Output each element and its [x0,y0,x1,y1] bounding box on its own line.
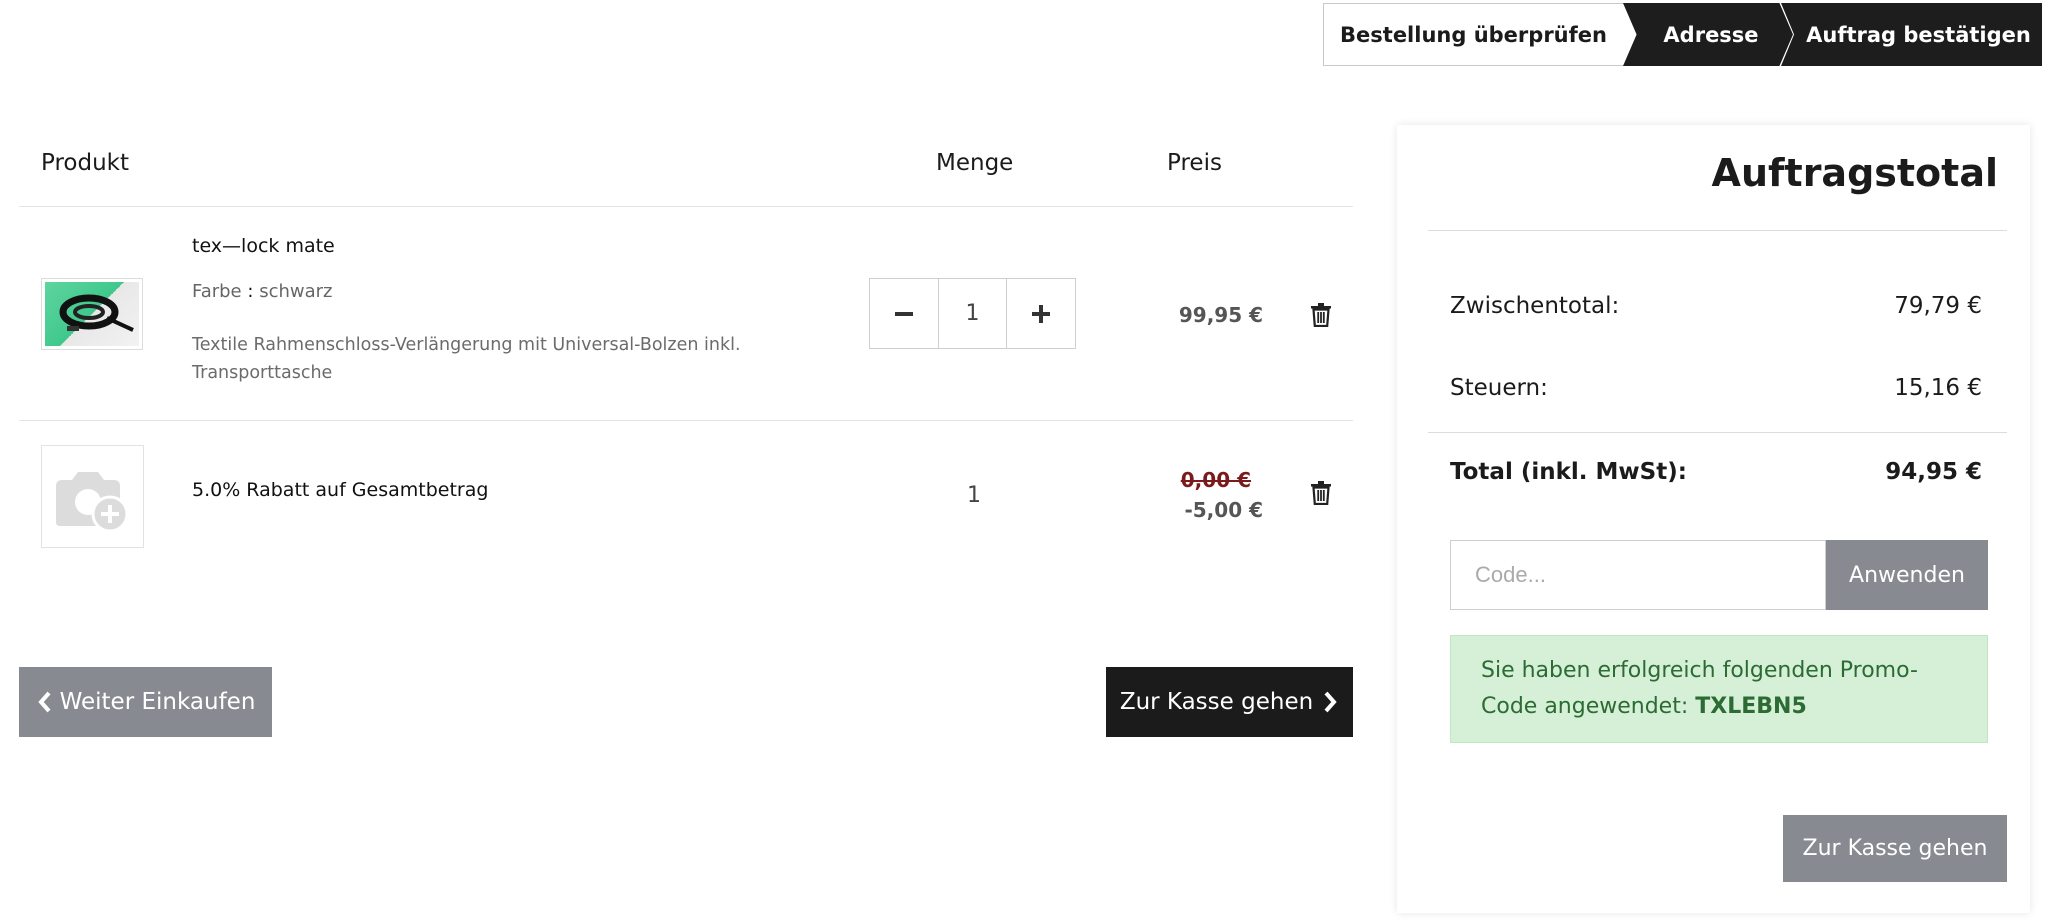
divider [1428,432,2007,433]
product-attribute: Farbe : schwarz [192,281,332,302]
step-address-label: Adresse [1663,22,1759,47]
product-name[interactable]: tex—lock mate [192,235,335,257]
attribute-separator: : [247,281,254,302]
step-address[interactable]: Adresse [1623,3,1793,66]
checkout-button[interactable]: Zur Kasse gehen [1106,667,1353,737]
camera-add-icon [56,472,129,533]
product-thumbnail[interactable] [41,278,143,350]
trash-icon[interactable] [1310,481,1332,505]
checkout-steps: Bestellung überprüfen Adresse Auftrag be… [1323,3,2042,66]
quantity-value[interactable]: 1 [938,279,1007,348]
continue-shopping-label: Weiter Einkaufen [59,689,256,715]
cart-header-row: Produkt Menge Preis [19,125,1353,207]
quantity-stepper: 1 [869,278,1076,349]
apply-promo-button[interactable]: Anwenden [1826,540,1988,610]
promo-code: TXLEBN5 [1695,694,1807,719]
cart-table: Produkt Menge Preis tex—lock mate Farbe … [19,125,1353,583]
product-description: Textile Rahmenschloss-Verlängerung mit U… [192,335,741,383]
promo-success-alert: Sie haben erfolgreich folgenden Promo-Co… [1450,635,1988,743]
step-review-order-label: Bestellung überprüfen [1340,22,1607,47]
tax-row: Steuern: 15,16 € [1450,375,1982,401]
chevron-left-icon [37,691,51,713]
attribute-value: schwarz [259,281,333,302]
minus-icon [895,311,914,316]
old-price: 0,00 € [1180,468,1251,492]
table-row: tex—lock mate Farbe : schwarz Textile Ra… [19,207,1353,421]
continue-shopping-button[interactable]: Weiter Einkaufen [19,667,272,737]
total-label: Total (inkl. MwSt): [1450,459,1687,485]
order-summary: Auftragstotal Zwischentotal: 79,79 € Ste… [1397,125,2030,913]
chevron-right-icon [1324,691,1337,713]
attribute-label: Farbe [192,281,242,302]
header-price: Preis [1167,150,1222,176]
trash-icon[interactable] [1310,303,1332,327]
plus-icon [1031,304,1050,323]
step-confirm-order-label: Auftrag bestätigen [1806,22,2031,47]
tax-label: Steuern: [1450,375,1548,401]
summary-title: Auftragstotal [1711,151,1998,195]
subtotal-label: Zwischentotal: [1450,293,1620,319]
item-price: 99,95 € [1178,303,1263,327]
total-row: Total (inkl. MwSt): 94,95 € [1450,459,1982,485]
product-image [45,282,139,346]
increase-quantity-button[interactable] [1007,279,1075,348]
total-value: 94,95 € [1885,459,1982,485]
decrease-quantity-button[interactable] [870,279,938,348]
promo-code-input[interactable] [1450,540,1826,610]
summary-checkout-button[interactable]: Zur Kasse gehen [1783,815,2007,882]
subtotal-row: Zwischentotal: 79,79 € [1450,293,1982,319]
checkout-label: Zur Kasse gehen [1119,689,1314,715]
discount-price: -5,00 € [1184,498,1263,522]
step-review-order[interactable]: Bestellung überprüfen [1323,3,1631,66]
step-confirm-order[interactable]: Auftrag bestätigen [1781,3,2042,66]
placeholder-thumbnail [41,445,144,548]
apply-promo-label: Anwenden [1849,562,1965,588]
table-row: 5.0% Rabatt auf Gesamtbetrag 1 0,00 € -5… [19,421,1353,583]
header-quantity: Menge [936,150,1014,176]
header-product: Produkt [41,150,130,176]
discount-name: 5.0% Rabatt auf Gesamtbetrag [192,479,489,501]
discount-quantity: 1 [967,483,981,508]
subtotal-value: 79,79 € [1894,293,1982,319]
summary-checkout-label: Zur Kasse gehen [1802,836,1988,861]
divider [1428,230,2007,231]
tax-value: 15,16 € [1894,375,1982,401]
